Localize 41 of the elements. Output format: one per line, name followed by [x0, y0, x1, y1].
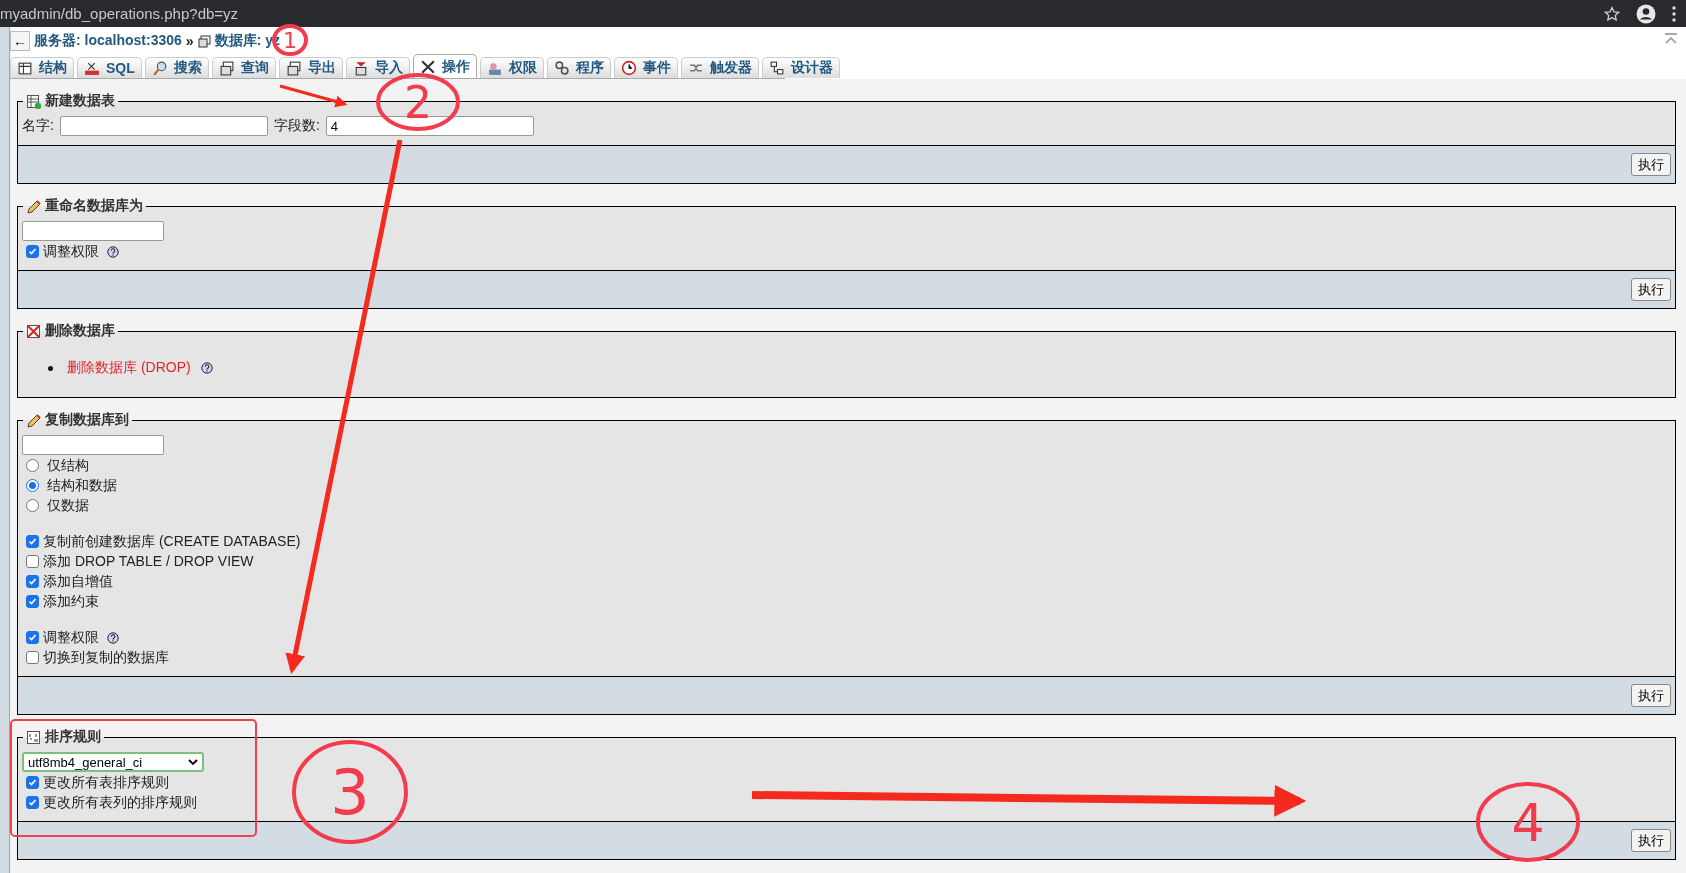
section-title: 复制数据库到 — [45, 411, 129, 429]
checkbox-label: 添加约束 — [43, 592, 99, 611]
radio-label: 仅数据 — [47, 496, 89, 515]
tab[interactable]: 导出 — [278, 57, 343, 78]
checkbox-label: 切换到复制的数据库 — [43, 648, 169, 667]
tab[interactable]: 触发器 — [680, 57, 759, 78]
tab[interactable]: 事件 — [613, 57, 678, 78]
tab[interactable]: 权限 — [479, 57, 544, 78]
checkbox-label: 调整权限 — [43, 628, 99, 647]
checkbox-label: 复制前创建数据库 (CREATE DATABASE) — [43, 532, 301, 551]
radio-label: 仅结构 — [47, 456, 89, 475]
tab[interactable]: 搜索 — [144, 57, 209, 78]
tab[interactable]: 操作 — [412, 54, 477, 78]
tab[interactable]: 程序 — [546, 57, 611, 78]
section-title: 新建数据表 — [45, 92, 115, 110]
checkbox-label: 调整权限 — [43, 242, 99, 261]
checkbox-label: 添加自增值 — [43, 572, 113, 591]
server-link[interactable]: 服务器: localhost:3306 — [34, 32, 182, 50]
checkbox-label: 更改所有表列的排序规则 — [43, 793, 197, 812]
execute-button[interactable]: 执行 — [1631, 684, 1671, 707]
circled-number: 3 — [292, 740, 408, 844]
execute-button[interactable]: 执行 — [1631, 829, 1671, 852]
section-title: 排序规则 — [45, 728, 101, 746]
field-label: 字段数: — [273, 117, 320, 135]
checkbox-label: 添加 DROP TABLE / DROP VIEW — [43, 552, 254, 571]
radio-label: 结构和数据 — [47, 476, 117, 495]
collation-select[interactable]: utf8mb4_general_ci — [22, 752, 204, 772]
tab[interactable]: 结构 — [10, 57, 74, 78]
execute-button[interactable]: 执行 — [1631, 153, 1671, 176]
field-label: 名字: — [22, 117, 54, 135]
tab[interactable]: 设计器 — [761, 57, 840, 78]
tab[interactable]: 查询 — [211, 57, 276, 78]
checkbox-label: 更改所有表排序规则 — [43, 773, 169, 792]
tab[interactable]: 导入 — [345, 57, 410, 78]
back-button[interactable]: ← — [10, 31, 30, 51]
section-title: 重命名数据库为 — [45, 197, 143, 215]
section-title: 删除数据库 — [45, 322, 115, 340]
drop-database-link[interactable]: 删除数据库 (DROP) — [67, 359, 191, 377]
breadcrumb-separator: » — [185, 33, 194, 49]
tab[interactable]: SQL — [77, 57, 142, 78]
execute-button[interactable]: 执行 — [1631, 278, 1671, 301]
